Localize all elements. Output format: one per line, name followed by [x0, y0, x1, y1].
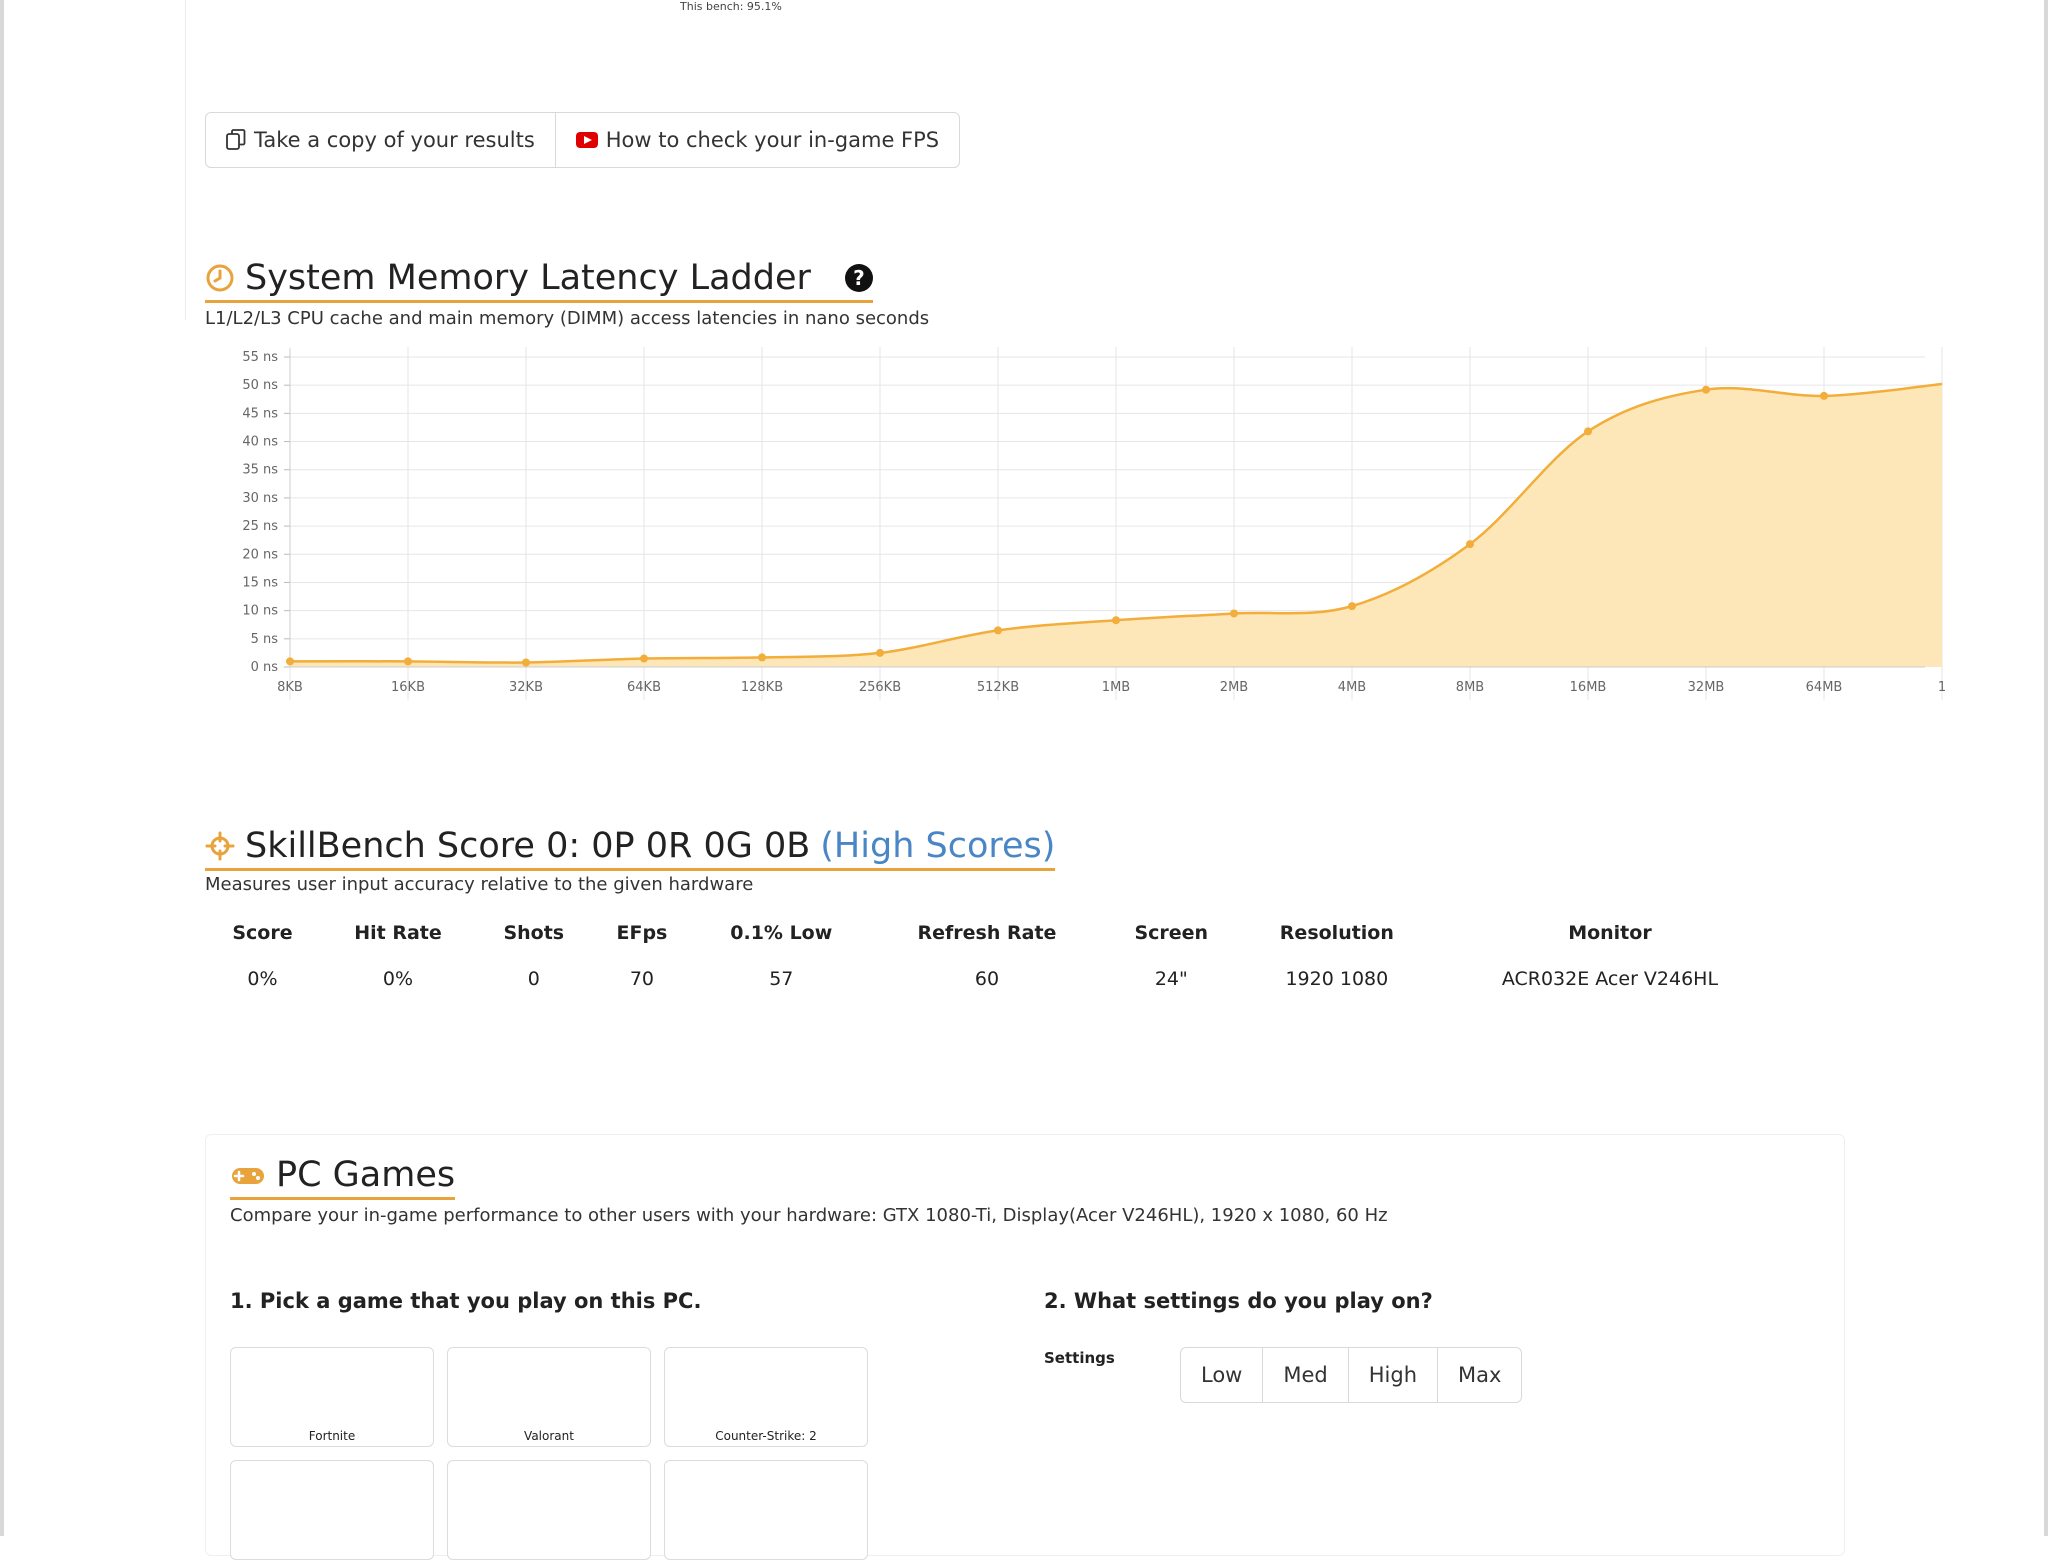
- col-efps: EFps: [616, 922, 668, 944]
- latency-point: [286, 657, 294, 666]
- latency-point: [640, 654, 648, 663]
- latency-point: [758, 653, 766, 662]
- latency-point: [1112, 616, 1120, 625]
- gamepad-icon: [232, 1168, 264, 1184]
- pc-games-title-text: PC Games: [276, 1155, 456, 1195]
- col-resolution: Resolution: [1279, 922, 1394, 944]
- y-tick-label: 55 ns: [242, 350, 278, 365]
- setting-high-button[interactable]: High: [1349, 1348, 1438, 1402]
- y-tick-label: 5 ns: [251, 632, 279, 647]
- y-tick-label: 50 ns: [242, 378, 278, 393]
- x-tick-label: 4MB: [1338, 680, 1366, 695]
- game-tile[interactable]: [447, 1460, 651, 1560]
- game-tile-valorant[interactable]: Valorant: [447, 1347, 651, 1447]
- y-tick-label: 45 ns: [242, 406, 278, 421]
- cell-refresh-rate: 60: [974, 968, 1000, 990]
- game-tile-label: Valorant: [524, 1429, 574, 1443]
- y-tick-label: 30 ns: [242, 491, 278, 506]
- col-screen: Screen: [1134, 922, 1209, 944]
- x-tick-label: 16KB: [391, 680, 425, 695]
- high-scores-link[interactable]: (High Scores): [820, 826, 1055, 866]
- settings-label: Settings: [1044, 1349, 1115, 1367]
- skillbench-subtitle: Measures user input accuracy relative to…: [205, 874, 754, 895]
- game-tile-fortnite[interactable]: Fortnite: [230, 1347, 434, 1447]
- latency-point: [1584, 427, 1592, 436]
- y-tick-label: 25 ns: [242, 519, 278, 534]
- x-tick-label: 256KB: [859, 680, 901, 695]
- cell-hit-rate: 0%: [382, 968, 414, 990]
- x-tick-label: 128KB: [741, 680, 783, 695]
- y-tick-label: 0 ns: [251, 660, 279, 675]
- crosshair-icon: [205, 831, 235, 861]
- y-tick-label: 35 ns: [242, 463, 278, 478]
- col-low: 0.1% Low: [730, 922, 833, 944]
- x-tick-label: 16MB: [1570, 680, 1607, 695]
- cell-monitor: ACR032E Acer V246HL: [1501, 968, 1719, 990]
- game-tile-label: Fortnite: [308, 1429, 356, 1443]
- x-tick-label: 64KB: [627, 680, 661, 695]
- settings-heading: 2. What settings do you play on?: [1044, 1289, 1433, 1313]
- latency-point: [1466, 540, 1474, 549]
- pick-game-heading: 1. Pick a game that you play on this PC.: [230, 1289, 702, 1313]
- game-tile-counter-strike-2[interactable]: Counter-Strike: 2: [664, 1347, 868, 1447]
- setting-max-button[interactable]: Max: [1438, 1348, 1521, 1402]
- latency-chart: 0 ns 5 ns 10 ns 15 ns 20 ns 25 ns 30 ns 35 ns 40…: [242, 347, 1946, 700]
- latency-point: [1702, 385, 1710, 394]
- latency-point: [1348, 602, 1356, 611]
- latency-point: [876, 648, 884, 657]
- setting-low-button[interactable]: Low: [1181, 1348, 1264, 1402]
- game-tile[interactable]: [230, 1460, 434, 1560]
- x-tick-label: 512KB: [977, 680, 1019, 695]
- setting-med-button[interactable]: Med: [1263, 1348, 1349, 1402]
- y-tick-label: 20 ns: [242, 547, 278, 562]
- table-row: 0% 0% 0 70 57 60 24" 1920 1080 ACR032E A…: [205, 954, 1785, 1004]
- col-hit-rate: Hit Rate: [354, 922, 442, 944]
- x-tick-label: 1: [1938, 680, 1946, 695]
- game-tile[interactable]: [664, 1460, 868, 1560]
- x-tick-label: 32MB: [1688, 680, 1725, 695]
- skillbench-table: Score Hit Rate Shots EFps 0.1% Low Refre…: [205, 912, 1785, 1004]
- cell-shots: 0: [527, 968, 540, 990]
- col-monitor: Monitor: [1568, 922, 1652, 944]
- table-header-row: Score Hit Rate Shots EFps 0.1% Low Refre…: [205, 912, 1785, 954]
- x-tick-label: 32KB: [509, 680, 543, 695]
- x-tick-label: 8MB: [1456, 680, 1484, 695]
- cell-low: 57: [769, 968, 794, 990]
- cell-score: 0%: [247, 968, 278, 990]
- skillbench-title-text: SkillBench Score 0: 0P 0R 0G 0B: [245, 826, 811, 866]
- x-tick-label: 8KB: [277, 680, 303, 695]
- skillbench-section-title: SkillBench Score 0: 0P 0R 0G 0B (High Sc…: [205, 826, 1056, 871]
- cell-screen: 24": [1154, 968, 1188, 990]
- x-tick-label: 64MB: [1806, 680, 1843, 695]
- x-tick-label: 1MB: [1102, 680, 1130, 695]
- pc-games-title: PC Games: [230, 1155, 456, 1200]
- col-shots: Shots: [503, 922, 565, 944]
- game-tile-label: Counter-Strike: 2: [715, 1429, 817, 1443]
- latency-point: [1230, 609, 1238, 618]
- cell-efps: 70: [629, 968, 655, 990]
- latency-point: [404, 657, 412, 666]
- latency-point: [994, 626, 1002, 635]
- x-tick-label: 2MB: [1220, 680, 1248, 695]
- pc-games-subtitle: Compare your in-game performance to othe…: [230, 1205, 1388, 1226]
- y-tick-label: 10 ns: [242, 604, 278, 619]
- col-refresh-rate: Refresh Rate: [917, 922, 1057, 944]
- col-score: Score: [232, 922, 293, 944]
- latency-point: [1820, 391, 1828, 400]
- y-tick-label: 40 ns: [242, 435, 278, 450]
- y-tick-label: 15 ns: [242, 575, 278, 590]
- settings-options: Low Med High Max: [1180, 1347, 1523, 1403]
- pc-games-panel: PC Games Compare your in-game performanc…: [205, 1134, 1845, 1560]
- cell-resolution: 1920 1080: [1285, 968, 1389, 990]
- latency-point: [522, 658, 530, 667]
